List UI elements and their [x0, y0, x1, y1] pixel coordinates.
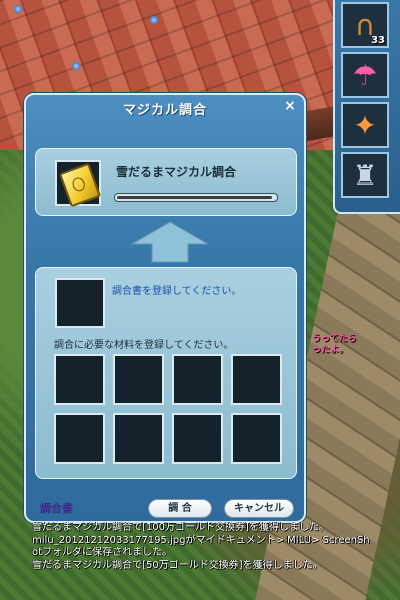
material-slot[interactable] [231, 413, 282, 464]
material-slot[interactable] [54, 413, 105, 464]
chat-line: otフォルダに保存されました。 [32, 547, 173, 558]
material-slot[interactable] [113, 413, 164, 464]
gold-ticket-icon [58, 162, 102, 208]
chat-log: 雪だるまマジカル調合で[100万ゴールド交換券]を獲得しました。 milu_20… [32, 522, 400, 572]
overhead-chat-bubble: うってたら ったよ。 [312, 334, 357, 356]
blue-lantern-icon [14, 5, 22, 13]
chat-line: milu_20121212033177195.jpgがマイドキュメント> MIL… [32, 534, 370, 546]
craft-button[interactable]: 調 合 [148, 499, 212, 518]
craft-target-name: 雪だるまマジカル調合 [116, 165, 237, 179]
material-slot[interactable] [172, 413, 223, 464]
blue-lantern-icon [150, 16, 158, 24]
up-arrow-icon [130, 221, 210, 263]
blue-lantern-icon [72, 62, 80, 70]
material-slot[interactable] [172, 354, 223, 405]
magical-craft-dialog: マジカル調合 × 雪だるまマジカル調合 調合書を登録してください。 調合に必要な… [24, 93, 306, 523]
pink-umbrella-icon: ☂ [352, 58, 378, 92]
recipe-book-slot[interactable] [55, 278, 105, 328]
inventory-slot[interactable]: ✦ [341, 102, 389, 148]
register-materials-hint: 調合に必要な材料を登録してください。 [54, 340, 234, 351]
inventory-slot[interactable]: ∩ 33 [341, 2, 389, 48]
dialog-title: マジカル調合 [122, 103, 207, 118]
material-slot[interactable] [231, 354, 282, 405]
materials-panel: 調合書を登録してください。 調合に必要な材料を登録してください。 [35, 267, 297, 479]
close-icon[interactable]: × [282, 98, 298, 114]
inventory-strip: ∩ 33 ☂ ✦ ♜ [333, 0, 400, 214]
craft-progress-fill [117, 196, 272, 199]
fire-spear-icon: ✦ [353, 108, 377, 142]
register-recipe-hint: 調合書を登録してください。 [112, 286, 242, 297]
recipe-book-label[interactable]: 調合書 [40, 500, 73, 516]
item-count: 33 [371, 35, 385, 46]
craft-result-slot[interactable] [55, 160, 102, 208]
overhead-line: ったよ。 [312, 345, 349, 355]
tuxedo-icon: ♜ [352, 158, 378, 192]
material-slot-grid [54, 354, 288, 464]
material-slot[interactable] [54, 354, 105, 405]
material-slot[interactable] [113, 354, 164, 405]
craft-target-panel: 雪だるまマジカル調合 [35, 148, 297, 216]
inventory-slot[interactable]: ♜ [341, 152, 389, 198]
inventory-slot[interactable]: ☂ [341, 52, 389, 98]
overhead-line: うってたら [312, 334, 357, 344]
chat-line: 雪だるまマジカル調合で[100万ゴールド交換券]を獲得しました。 [32, 522, 329, 533]
cancel-button[interactable]: キャンセル [224, 499, 294, 518]
craft-progress-bar [114, 193, 278, 202]
chat-line: 雪だるまマジカル調合で[50万ゴールド交換券]を獲得しました。 [32, 559, 323, 571]
